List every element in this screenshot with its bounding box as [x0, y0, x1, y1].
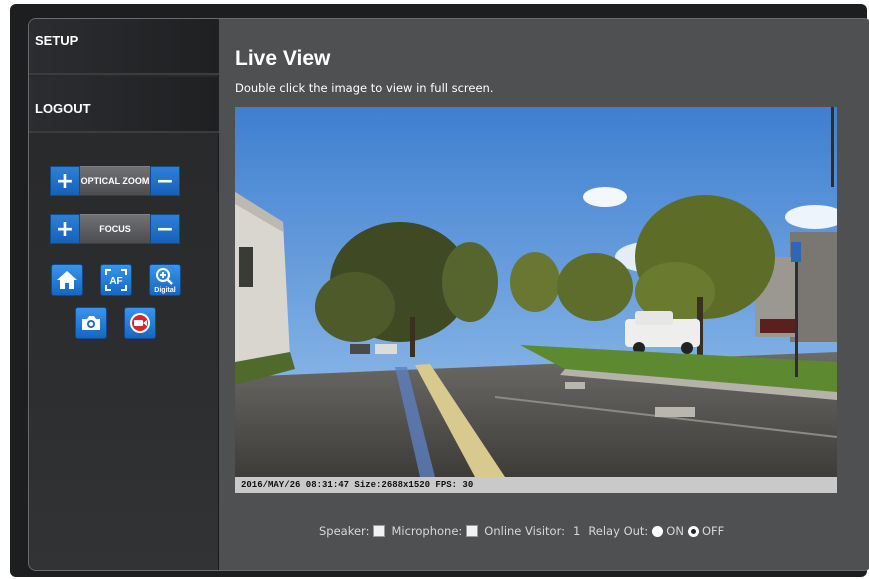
sidebar: SETUP LOGOUT + OPTICAL ZOOM − + FOCUS −	[29, 19, 219, 570]
relay-on-label: ON	[666, 524, 684, 538]
digital-zoom-icon: Digital	[154, 268, 176, 294]
svg-text:Digital: Digital	[154, 287, 175, 294]
zoom-out-button[interactable]: −	[150, 166, 180, 196]
zoom-in-button[interactable]: +	[50, 166, 80, 196]
browser-frame: SETUP LOGOUT + OPTICAL ZOOM − + FOCUS −	[10, 4, 869, 577]
autofocus-icon: AF	[105, 269, 127, 291]
relay-out-label: Relay Out:	[588, 524, 649, 538]
video-osd-info: 2016/MAY/26 08:31:47 Size:2688x1520 FPS:…	[235, 477, 837, 493]
microphone-label: Microphone:	[391, 524, 463, 538]
camera-scene-image	[235, 107, 837, 477]
online-visitor-count: 1	[572, 524, 581, 538]
focus-plus-button[interactable]: +	[50, 214, 80, 244]
speaker-label: Speaker:	[319, 524, 370, 538]
online-visitor-label: Online Visitor:	[484, 524, 565, 538]
home-position-button[interactable]	[51, 264, 83, 296]
svg-text:AF: AF	[109, 276, 122, 287]
status-bar: Speaker: Microphone: Online Visitor: 1 R…	[319, 523, 724, 539]
camera-icon	[82, 316, 100, 330]
snapshot-button[interactable]	[75, 307, 107, 339]
focus-minus-button[interactable]: −	[150, 214, 180, 244]
record-button[interactable]	[124, 307, 156, 339]
page-title: Live View	[235, 47, 331, 70]
speaker-checkbox[interactable]	[373, 525, 386, 537]
focus-label: FOCUS	[80, 214, 150, 244]
optical-zoom-label: OPTICAL ZOOM	[80, 166, 150, 196]
relay-on-radio[interactable]	[652, 525, 664, 537]
home-icon	[57, 271, 77, 289]
record-icon	[130, 313, 150, 333]
relay-off-label: OFF	[701, 524, 725, 538]
fullscreen-hint: Double click the image to view in full s…	[235, 81, 494, 95]
app-panel: SETUP LOGOUT + OPTICAL ZOOM − + FOCUS −	[28, 18, 869, 571]
menu-item-logout[interactable]: LOGOUT	[29, 77, 219, 133]
menu-item-setup[interactable]: SETUP	[29, 19, 219, 75]
relay-off-radio[interactable]	[687, 525, 699, 537]
digital-zoom-button[interactable]: Digital	[149, 264, 181, 296]
autofocus-button[interactable]: AF	[100, 264, 132, 296]
microphone-checkbox[interactable]	[466, 525, 479, 537]
live-video-feed[interactable]	[235, 107, 837, 477]
focus-control: + FOCUS −	[50, 214, 180, 244]
optical-zoom-control: + OPTICAL ZOOM −	[50, 166, 180, 196]
